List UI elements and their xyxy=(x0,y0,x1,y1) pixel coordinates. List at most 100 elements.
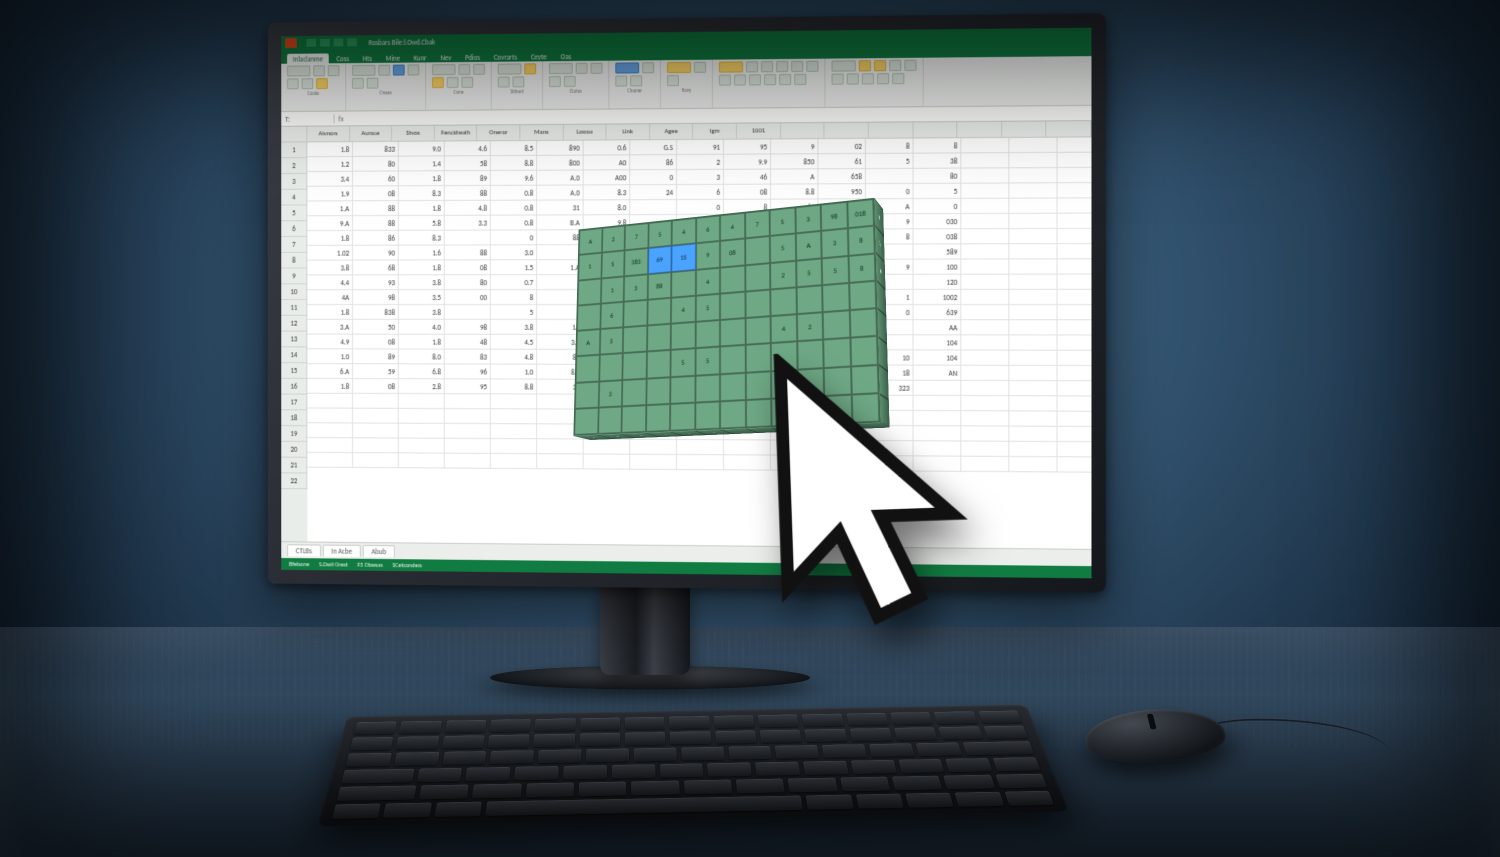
cell[interactable]: 80 xyxy=(445,275,491,290)
cell[interactable] xyxy=(1058,259,1092,274)
cell[interactable] xyxy=(1009,259,1057,274)
cell[interactable]: 850 xyxy=(771,154,818,169)
cell[interactable]: 1.8 xyxy=(307,142,353,157)
cell[interactable]: 1.A xyxy=(307,201,353,216)
row-header[interactable]: 1 xyxy=(281,142,307,158)
cell[interactable] xyxy=(961,259,1009,274)
cell[interactable] xyxy=(961,214,1009,229)
cell[interactable]: 0.8 xyxy=(491,201,537,216)
cell[interactable]: 2 xyxy=(677,155,724,170)
cell[interactable]: 8.5 xyxy=(491,141,537,156)
cell[interactable]: 83 xyxy=(445,350,491,365)
cell[interactable]: 9.9 xyxy=(724,154,771,169)
cell[interactable]: 3.8 xyxy=(399,305,445,320)
cell[interactable]: 08 xyxy=(353,379,399,394)
cell[interactable]: 950 xyxy=(818,184,865,199)
cell[interactable] xyxy=(1009,138,1057,153)
cell[interactable]: 4.9 xyxy=(307,335,353,350)
cell[interactable]: 0.8 xyxy=(491,215,537,230)
cell[interactable]: 8.8 xyxy=(491,379,537,394)
cell[interactable]: 100 xyxy=(914,260,962,275)
cell[interactable]: 5.8 xyxy=(399,216,445,231)
cell[interactable]: 96 xyxy=(445,364,491,379)
fx-icon[interactable]: fx xyxy=(335,114,348,123)
ribbon-tab[interactable]: Pdios xyxy=(459,52,486,62)
cell[interactable]: 4.4 xyxy=(307,275,353,290)
ribbon-command[interactable] xyxy=(615,75,627,86)
ribbon-command[interactable] xyxy=(378,65,390,76)
cell[interactable]: 8.3 xyxy=(584,185,631,200)
cell[interactable]: 90 xyxy=(353,246,399,261)
ribbon-tab[interactable]: Nev xyxy=(435,52,458,62)
cell[interactable]: A00 xyxy=(584,170,631,185)
ribbon-command[interactable] xyxy=(498,63,522,74)
ribbon-command[interactable] xyxy=(904,60,916,71)
cell[interactable]: 838 xyxy=(353,305,399,320)
cell[interactable]: 8 xyxy=(866,139,914,154)
ribbon-command[interactable] xyxy=(832,60,856,71)
ribbon-command[interactable] xyxy=(408,64,420,75)
column-header[interactable]: Link xyxy=(607,124,650,140)
sheet-tab[interactable]: In Acbe xyxy=(323,545,361,557)
cell[interactable] xyxy=(1009,366,1057,381)
cell[interactable]: 4.0 xyxy=(399,320,445,335)
cell[interactable]: 2.8 xyxy=(399,379,445,394)
cell[interactable]: 80 xyxy=(353,157,399,172)
cell[interactable] xyxy=(1058,244,1092,259)
ribbon-command[interactable] xyxy=(432,77,444,88)
ribbon-command[interactable] xyxy=(432,64,456,75)
cell[interactable]: A0 xyxy=(584,155,631,170)
row-header[interactable]: 17 xyxy=(281,395,307,411)
ribbon-command[interactable] xyxy=(734,74,746,85)
ribbon-command[interactable] xyxy=(892,73,904,84)
row-header[interactable]: 7 xyxy=(281,237,307,253)
cell[interactable]: 1.5 xyxy=(491,260,537,275)
ribbon-tab[interactable]: Hts xyxy=(357,53,378,63)
cell[interactable]: 1.8 xyxy=(307,305,353,320)
quick-access-toolbar[interactable] xyxy=(306,38,356,46)
ribbon-command[interactable] xyxy=(591,63,603,74)
ribbon-tab[interactable]: Mine xyxy=(380,53,406,63)
cell[interactable] xyxy=(1058,305,1092,320)
cell[interactable]: 890 xyxy=(537,141,583,156)
cell[interactable] xyxy=(961,320,1009,335)
cell[interactable]: 88 xyxy=(537,230,583,245)
cell[interactable]: 3 xyxy=(677,170,724,185)
cell[interactable]: 38 xyxy=(914,153,962,168)
cell[interactable]: 93 xyxy=(353,275,399,290)
cell[interactable]: 120 xyxy=(914,275,962,290)
cell[interactable]: B.A xyxy=(537,215,583,230)
cell[interactable]: 24 xyxy=(630,185,677,200)
cell[interactable] xyxy=(1058,153,1092,168)
row-header[interactable]: 3 xyxy=(281,174,307,190)
ribbon-tab[interactable]: Inlaclanme xyxy=(287,53,329,63)
cell[interactable] xyxy=(1009,153,1057,168)
cell[interactable]: 6.8 xyxy=(399,364,445,379)
column-header[interactable]: Auroce xyxy=(350,126,392,142)
ribbon-command[interactable] xyxy=(847,73,859,84)
ribbon-command[interactable] xyxy=(393,65,405,76)
cell[interactable]: 1.8 xyxy=(399,260,445,275)
cell[interactable]: 86 xyxy=(630,155,677,170)
cell[interactable]: 658 xyxy=(818,169,865,184)
cell[interactable] xyxy=(1058,290,1092,305)
row-header[interactable]: 6 xyxy=(281,221,307,237)
cell[interactable]: 95 xyxy=(445,379,491,394)
cell[interactable]: 9.6 xyxy=(491,171,537,186)
ribbon-tab[interactable]: Covrarts xyxy=(488,52,523,62)
ribbon-command[interactable] xyxy=(764,74,776,85)
cell[interactable]: A xyxy=(771,169,818,184)
cell[interactable]: 5 xyxy=(491,305,537,320)
column-header[interactable]: Stvos xyxy=(392,126,435,142)
cell[interactable]: 5 xyxy=(866,154,914,169)
cell[interactable]: 02 xyxy=(818,139,865,154)
cell[interactable] xyxy=(1009,198,1057,213)
ribbon-command[interactable] xyxy=(461,77,473,88)
ribbon-command[interactable] xyxy=(549,63,573,74)
cell[interactable]: 0 xyxy=(914,199,962,214)
cell[interactable]: 9.0 xyxy=(399,141,445,156)
cell[interactable] xyxy=(1058,137,1092,153)
cell[interactable]: 1.8 xyxy=(399,201,445,216)
cell[interactable] xyxy=(1009,244,1057,259)
ribbon-command[interactable] xyxy=(287,78,299,89)
